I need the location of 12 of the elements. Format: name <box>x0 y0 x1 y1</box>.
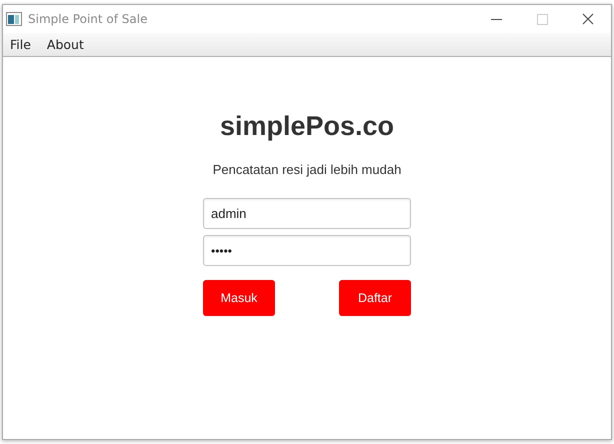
password-field[interactable]: ••••• <box>203 235 411 266</box>
menu-item[interactable]: File <box>5 37 40 52</box>
login-button[interactable]: Masuk <box>203 280 275 316</box>
tagline: Pencatatan resi jadi lebih mudah <box>212 162 402 177</box>
close-icon[interactable] <box>582 13 594 25</box>
window-title: Simple Point of Sale <box>28 12 148 26</box>
brand-title: simplePos.co <box>220 111 394 142</box>
app-icon <box>6 12 22 26</box>
username-field[interactable]: admin <box>203 198 411 229</box>
minimize-icon[interactable] <box>490 18 502 20</box>
register-button[interactable]: Daftar <box>339 280 411 316</box>
menu-item[interactable]: About <box>42 37 93 52</box>
